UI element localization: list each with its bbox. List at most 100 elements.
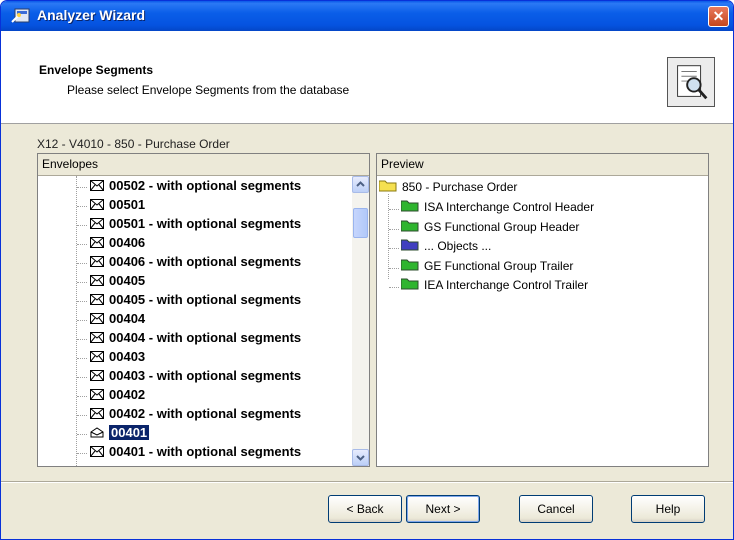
scroll-up-button[interactable] [352,176,369,193]
envelope-icon [90,218,104,229]
wizard-app-icon [11,8,30,23]
tree-branch [77,206,87,208]
envelope-id: 00405 [109,292,146,307]
envelope-id: 00501 [109,197,146,212]
envelope-item[interactable]: 00406 [90,235,145,255]
envelope-item[interactable]: 00404 [90,311,145,331]
preview-item-label: IEA Interchange Control Trailer [424,278,589,292]
envelope-item[interactable]: 00501 [90,197,145,217]
envelope-id: 00403 [109,349,146,364]
envelope-item[interactable]: 00404 - with optional segments [90,330,301,350]
next-button[interactable]: Next > [406,495,480,523]
page-subtitle: Please select Envelope Segments from the… [67,83,350,97]
envelope-id: 00402 [109,387,146,402]
envelope-id: 00405 [109,273,146,288]
envelope-item[interactable]: 00403 - with optional segments [90,368,301,388]
envelope-suffix: - with optional segments [145,216,302,231]
envelopes-header: Envelopes [38,154,369,176]
envelope-icon [90,389,104,400]
folder-icon [401,200,419,212]
tree-branch [77,339,87,341]
tree-branch [77,263,87,265]
preview-item[interactable]: GS Functional Group Header [401,220,579,240]
envelope-suffix: - with optional segments [145,254,302,269]
chevron-up-icon [356,181,365,187]
preview-item[interactable]: IEA Interchange Control Trailer [401,278,588,298]
tree-branch [389,248,399,250]
tree-branch [77,415,87,417]
envelope-id: 00502 [109,178,146,193]
envelope-icon [90,313,104,324]
envelope-suffix: - with optional segments [145,292,302,307]
window-title: Analyzer Wizard [37,7,146,23]
folder-icon [401,278,419,290]
folder-icon [401,259,419,270]
button-divider [1,481,733,483]
envelope-item[interactable]: 00402 - with optional segments [90,406,301,426]
preview-root-label: 850 - Purchase Order [402,180,518,194]
preview-item[interactable]: GE Functional Group Trailer [401,259,573,279]
tree-branch [77,358,87,360]
envelope-id: 00401 [109,444,146,459]
scroll-thumb[interactable] [353,208,368,238]
envelope-id: 00404 [109,311,146,326]
preview-item-label: ... Objects ... [424,239,492,253]
cancel-button[interactable]: Cancel [519,495,593,523]
folder-icon [401,220,419,231]
preview-item[interactable]: ISA Interchange Control Header [401,200,594,220]
preview-connector [388,194,390,279]
envelope-icon [90,180,104,191]
envelope-item[interactable]: 00405 - with optional segments [90,292,301,312]
tree-branch [77,377,87,379]
title-bar[interactable]: Analyzer Wizard ✕ [1,1,733,31]
preview-header-label: Preview [381,157,424,171]
envelope-icon [90,332,104,343]
scroll-down-button[interactable] [352,449,369,466]
folder-icon [401,239,419,251]
envelope-item[interactable]: 00405 [90,273,145,293]
envelope-suffix: - with optional segments [145,406,302,421]
envelope-id: 00406 [109,235,146,250]
envelope-id: 00403 [109,368,146,383]
envelope-item[interactable]: 00403 [90,349,145,369]
tree-branch [389,209,399,211]
envelope-icon [90,256,104,267]
envelope-suffix: - with optional segments [145,330,302,345]
envelopes-scrollbar[interactable] [352,176,369,466]
envelope-icon [90,370,104,381]
envelope-id: 00406 [109,254,146,269]
tree-branch [389,228,399,231]
envelope-item[interactable]: 00402 [90,387,145,407]
envelope-icon [90,275,104,286]
preview-item[interactable]: ... Objects ... [401,239,491,259]
envelopes-tree: 00502 - with optional segments 00501 00501… [38,176,369,466]
envelope-suffix: - with optional segments [145,444,302,459]
envelope-item[interactable]: 00401 - with optional segments [90,444,301,464]
tree-branch [77,225,87,227]
preview-root-item[interactable]: 850 - Purchase Order [379,180,517,200]
folder-icon [379,180,397,192]
tree-branch [77,320,87,322]
close-button[interactable]: ✕ [708,6,729,27]
envelope-id: 00404 [109,330,146,345]
envelope-icon [90,294,104,305]
preview-header: Preview [377,154,708,176]
tree-branch [389,267,399,270]
envelope-id: 00501 [109,216,146,231]
envelope-item[interactable]: 00502 - with optional segments [90,178,301,198]
tree-branch [77,434,87,436]
envelope-id: 00402 [109,406,146,421]
transaction-label: X12 - V4010 - 850 - Purchase Order [37,137,230,151]
tree-branch [389,287,399,289]
preview-tree: 850 - Purchase Order ISA Interchange Con… [377,176,708,466]
envelope-icon [90,408,104,419]
envelope-item[interactable]: 00401 [90,425,150,445]
help-button[interactable]: Help [631,495,705,523]
back-button[interactable]: < Back [328,495,402,523]
envelope-item[interactable]: 00406 - with optional segments [90,254,301,274]
chevron-down-icon [356,455,365,461]
envelopes-header-label: Envelopes [42,157,99,171]
page-title: Envelope Segments [39,63,154,77]
tree-branch [77,396,87,398]
envelope-item[interactable]: 00501 - with optional segments [90,216,301,236]
